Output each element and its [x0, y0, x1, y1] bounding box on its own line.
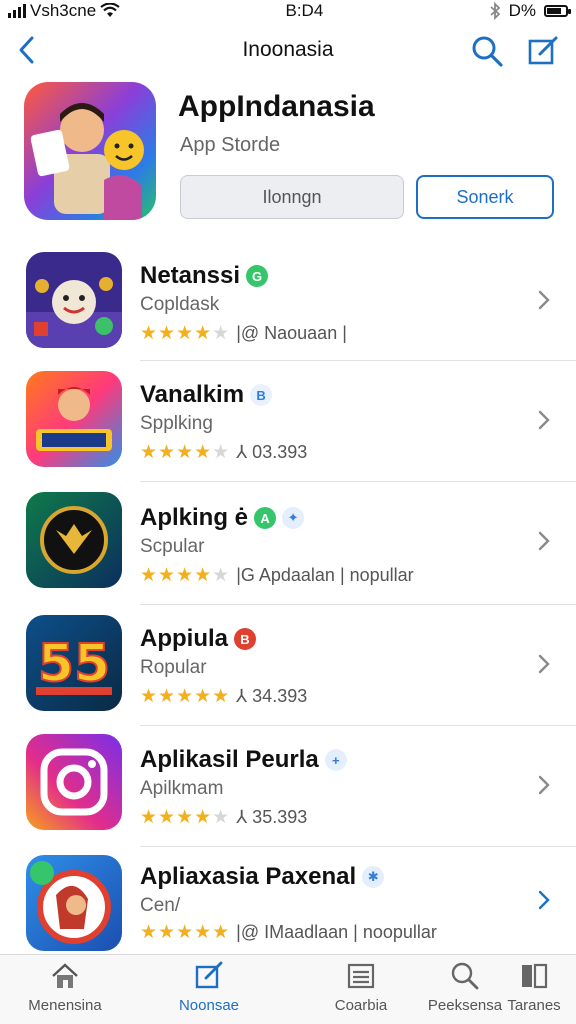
battery-percent: D% — [508, 1, 536, 20]
bluetooth-icon — [490, 2, 500, 20]
app-subtitle: Copldask — [140, 294, 220, 315]
carrier-label: Vsh3cne — [30, 1, 97, 20]
star-rating: ★★★★★ — [140, 323, 231, 344]
list-item[interactable]: Aplking ė A ✦ Scpular ★★★★★ |G Apdaalan … — [0, 482, 576, 605]
compose-icon — [528, 36, 558, 65]
tab-label: Taranes — [507, 997, 561, 1014]
list-item[interactable]: Apliaxasia Paxenal ✱ Cen/ ★★★★★ |@ IMaad… — [0, 847, 576, 951]
featured-app-title: AppIndanasia — [178, 90, 375, 123]
app-icon — [26, 492, 122, 588]
search-button[interactable] — [470, 34, 504, 68]
featured-secondary-button[interactable]: Sonerk — [416, 175, 554, 219]
app-subtitle: Spplking — [140, 413, 213, 434]
app-badge: ✱ — [362, 866, 385, 888]
tab-coarbia[interactable]: Coarbia — [306, 961, 416, 1021]
tab-noonsae[interactable]: Noonsae — [154, 961, 264, 1021]
app-name: Vanalkim — [140, 381, 245, 408]
app-badge-secondary: ✦ — [282, 507, 305, 529]
chevron-right-icon — [534, 649, 554, 679]
list-item[interactable]: Aplikasil Peurla + Apilkmam ★★★★★ ⅄ 35.3… — [0, 726, 576, 847]
apps-icon — [522, 963, 548, 989]
star-rating: ★★★★★ — [140, 686, 231, 707]
app-name: Aplikasil Peurla — [140, 746, 319, 773]
list-item[interactable]: 55 Appiula B Ropular ★★★★★ ⅄ 34.393 — [0, 605, 576, 726]
app-icon — [26, 252, 122, 348]
compose-button[interactable] — [526, 34, 560, 68]
star-rating: ★★★★★ — [140, 807, 231, 828]
tab-home[interactable]: Menensina — [10, 961, 120, 1021]
app-name: Apliaxasia Paxenal — [140, 863, 357, 890]
app-badge: + — [324, 749, 347, 771]
app-meta: ⅄ 35.393 — [236, 807, 308, 827]
featured-primary-button[interactable]: Ilonngn — [180, 175, 404, 219]
tab-label: Menensina — [28, 997, 102, 1014]
app-subtitle: Scpular — [140, 536, 205, 557]
app-name: Netanssi — [140, 262, 241, 289]
star-rating: ★★★★★ — [140, 565, 231, 586]
tab-label: Noonsae — [178, 997, 240, 1014]
featured-app-subtitle: App Storde — [180, 134, 281, 156]
app-badge: B — [234, 628, 256, 650]
search-icon — [451, 962, 479, 990]
list-item[interactable]: Netanssi G Copldask ★★★★★ |@ Naouaan | — [0, 240, 576, 361]
chevron-right-icon — [534, 885, 554, 915]
app-meta: ⅄ 03.393 — [236, 442, 308, 462]
app-badge: A — [254, 507, 277, 529]
list-item[interactable]: Vanalkim B Spplking ★★★★★ ⅄ 03.393 — [0, 361, 576, 482]
app-name: Appiula — [140, 625, 228, 652]
search-icon — [472, 36, 503, 67]
chevron-right-icon — [534, 770, 554, 800]
nav-bar: Inoonasia — [0, 28, 576, 72]
app-icon — [26, 371, 122, 467]
app-subtitle: Cen/ — [140, 895, 181, 916]
chevron-right-icon — [534, 405, 554, 435]
signal-icon — [8, 4, 26, 18]
star-rating: ★★★★★ — [140, 922, 231, 943]
app-icon — [26, 855, 122, 951]
app-meta: |G Apdaalan | nopullar — [236, 565, 414, 585]
app-meta: |@ IMaadlaan | noopullar — [236, 922, 437, 942]
app-subtitle: Apilkmam — [140, 778, 224, 799]
app-meta: ⅄ 34.393 — [236, 686, 308, 706]
tab-taranes[interactable]: Taranes — [494, 961, 574, 1021]
home-icon — [52, 963, 78, 988]
tab-bar: Menensina Noonsae Coarbia Peeksensa Tara… — [0, 954, 576, 1024]
app-badge: G — [246, 265, 269, 287]
status-bar: Vsh3cne B:D4 D% — [0, 0, 576, 22]
app-icon — [26, 734, 122, 830]
app-name: Aplking ė — [140, 504, 249, 531]
svg-text:55: 55 — [38, 634, 110, 694]
featured-app-icon[interactable] — [24, 82, 156, 220]
app-meta: |@ Naouaan | — [236, 323, 347, 343]
list-icon — [347, 963, 375, 989]
edit-icon — [195, 961, 223, 989]
chevron-right-icon — [534, 526, 554, 556]
wifi-icon — [100, 3, 120, 17]
battery-icon — [544, 5, 571, 17]
app-subtitle: Ropular — [140, 657, 207, 678]
tab-label: Coarbia — [334, 997, 388, 1014]
clock: B:D4 — [285, 1, 324, 20]
chevron-right-icon — [534, 285, 554, 315]
app-icon: 55 — [26, 615, 122, 711]
app-badge: B — [250, 384, 273, 406]
star-rating: ★★★★★ — [140, 442, 231, 463]
